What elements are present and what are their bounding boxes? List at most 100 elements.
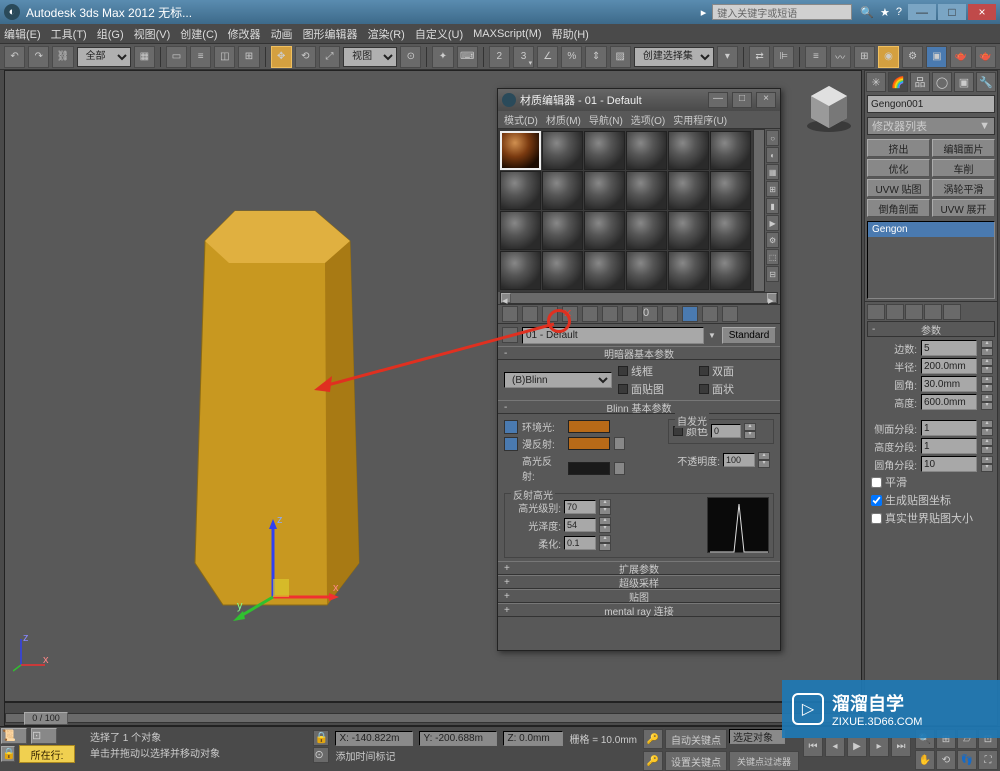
configure-icon[interactable]: [943, 304, 961, 320]
help-icon[interactable]: ?: [896, 6, 902, 18]
search-icon[interactable]: 🔍: [860, 6, 874, 19]
orbit-button[interactable]: ⟲: [936, 750, 956, 770]
heightsegs-spinner[interactable]: 1: [921, 438, 977, 454]
menu-graph[interactable]: 图形编辑器: [303, 26, 358, 42]
ref-coord-dropdown[interactable]: 视图: [343, 47, 397, 67]
ambient-lock-icon[interactable]: [504, 420, 518, 434]
diffuse-color-swatch[interactable]: [568, 437, 610, 450]
material-slot[interactable]: [500, 251, 541, 290]
angle-snap-button[interactable]: ∠: [537, 46, 558, 68]
named-selset-dropdown[interactable]: 创建选择集: [634, 47, 714, 67]
rollout-shader-params[interactable]: 明暗器基本参数: [498, 346, 780, 360]
menu-group[interactable]: 组(G): [97, 26, 124, 42]
schematic-button[interactable]: ⊞: [854, 46, 875, 68]
selfillum-spinner[interactable]: [711, 424, 741, 438]
make-unique-icon[interactable]: [602, 306, 618, 322]
mat-max-button[interactable]: □: [732, 92, 752, 108]
transform-gizmo[interactable]: z x y: [233, 517, 343, 627]
modifier-stack[interactable]: Gengon: [867, 221, 995, 299]
window-crossing-button[interactable]: ⊞: [238, 46, 259, 68]
walk-button[interactable]: 👣: [957, 750, 977, 770]
link-button[interactable]: ⛓: [52, 46, 73, 68]
wire-checkbox[interactable]: [618, 366, 628, 376]
realworld-checkbox[interactable]: [871, 513, 882, 524]
smooth-checkbox[interactable]: [871, 477, 882, 488]
time-slider-thumb[interactable]: 0 / 100: [24, 712, 68, 725]
options-icon[interactable]: ⚙: [766, 232, 779, 248]
redo-button[interactable]: ↷: [28, 46, 49, 68]
material-slot[interactable]: [584, 211, 625, 250]
show-end-result-icon[interactable]: [682, 306, 698, 322]
menu-tools[interactable]: 工具(T): [51, 26, 87, 42]
material-slot[interactable]: [626, 171, 667, 210]
btn-uvwmap[interactable]: UVW 贴图: [867, 179, 930, 197]
isolate-icon[interactable]: ⊙: [313, 747, 329, 763]
rollout-mentalray[interactable]: mental ray 连接: [498, 603, 780, 617]
time-tag-text[interactable]: 添加时间标记: [335, 748, 637, 763]
menu-anim[interactable]: 动画: [271, 26, 293, 42]
fillet-spinner[interactable]: 30.0mm: [921, 376, 977, 392]
material-slot[interactable]: [626, 131, 667, 170]
material-slot[interactable]: [542, 211, 583, 250]
material-type-button[interactable]: Standard: [722, 327, 776, 344]
btn-turbosmooth[interactable]: 涡轮平滑: [932, 179, 995, 197]
material-slot-1[interactable]: [500, 131, 541, 170]
pan-button[interactable]: ✋: [915, 750, 935, 770]
manip-button[interactable]: ✦: [432, 46, 453, 68]
material-slot[interactable]: [584, 131, 625, 170]
lock-sel-icon[interactable]: 🔒: [313, 730, 329, 746]
material-slot[interactable]: [542, 251, 583, 290]
setkey-button[interactable]: 设置关键点: [665, 751, 727, 771]
prev-frame-button[interactable]: ◂: [825, 737, 845, 757]
next-frame-button[interactable]: ▸: [869, 737, 889, 757]
make-unique-icon[interactable]: [905, 304, 923, 320]
sidesegs-spinner[interactable]: 1: [921, 420, 977, 436]
render-button[interactable]: 🫖: [950, 46, 971, 68]
hierarchy-tab-icon[interactable]: 品: [910, 72, 930, 92]
filter-button[interactable]: ▦: [134, 46, 155, 68]
rollout-supersample[interactable]: 超级采样: [498, 575, 780, 589]
sides-spinner[interactable]: 5: [921, 340, 977, 356]
display-tab-icon[interactable]: ▣: [954, 72, 974, 92]
snap-2d-button[interactable]: 2: [489, 46, 510, 68]
undo-button[interactable]: ↶: [4, 46, 25, 68]
slot-scrollbar-h[interactable]: ◂▸: [500, 292, 778, 304]
btn-extrude[interactable]: 挤出: [867, 139, 930, 157]
put-to-lib-icon[interactable]: [622, 306, 638, 322]
select-name-button[interactable]: ≡: [190, 46, 211, 68]
material-slot[interactable]: [626, 211, 667, 250]
slot-scrollbar-v[interactable]: [753, 129, 765, 292]
maximize-button[interactable]: □: [938, 4, 966, 20]
material-slot[interactable]: [668, 251, 709, 290]
key-toggle-icon[interactable]: 🔑: [643, 729, 663, 749]
keyboard-button[interactable]: ⌨: [457, 46, 478, 68]
material-slot[interactable]: [710, 251, 751, 290]
btn-lathe[interactable]: 车削: [932, 159, 995, 177]
go-parent-icon[interactable]: [702, 306, 718, 322]
menu-create[interactable]: 创建(C): [180, 26, 217, 42]
render-setup-button[interactable]: ⚙: [902, 46, 923, 68]
soften-spinner[interactable]: [564, 536, 596, 550]
mat-min-button[interactable]: —: [708, 92, 728, 108]
help-search-input[interactable]: 键入关键字或短语: [712, 4, 852, 20]
setkey-icon[interactable]: 🔑: [643, 751, 663, 771]
specular-color-swatch[interactable]: [568, 462, 610, 475]
faceted-checkbox[interactable]: [699, 384, 709, 394]
make-copy-icon[interactable]: [582, 306, 598, 322]
material-slot[interactable]: [626, 251, 667, 290]
spec-level-spinner[interactable]: [564, 500, 596, 514]
video-check-icon[interactable]: ▮: [766, 198, 779, 214]
pin-stack-icon[interactable]: [867, 304, 885, 320]
btn-bevelprofile[interactable]: 倒角剖面: [867, 199, 930, 217]
goto-line-button[interactable]: 所在行:: [19, 745, 75, 763]
goto-start-button[interactable]: ⏮: [803, 737, 823, 757]
radius-spinner[interactable]: 200.0mm: [921, 358, 977, 374]
pick-material-icon[interactable]: [502, 327, 518, 343]
material-slot[interactable]: [542, 171, 583, 210]
ambient-color-swatch[interactable]: [568, 420, 610, 433]
show-result-icon[interactable]: [886, 304, 904, 320]
selection-scope-dropdown[interactable]: 全部: [77, 47, 131, 67]
height-spinner[interactable]: 600.0mm: [921, 394, 977, 410]
create-tab-icon[interactable]: ✳: [866, 72, 886, 92]
play-button[interactable]: ▶: [847, 737, 867, 757]
